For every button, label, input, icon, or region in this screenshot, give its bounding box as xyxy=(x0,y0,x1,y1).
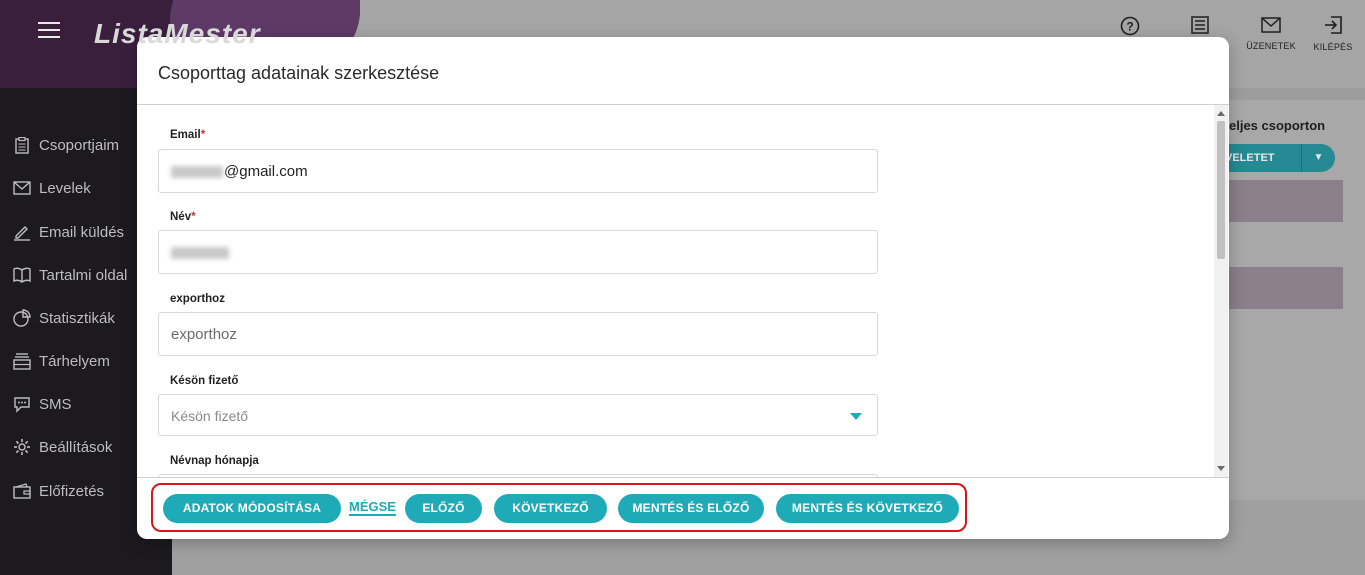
nevnap-label: Névnap hónapja xyxy=(170,455,259,467)
book-icon xyxy=(12,265,32,285)
required-marker: * xyxy=(200,129,206,141)
next-button[interactable]: KÖVETKEZŐ xyxy=(494,494,607,523)
sidebar-item-csoportjaim[interactable]: Csoportjaim xyxy=(12,134,119,156)
sidebar-item-levelek[interactable]: Levelek xyxy=(12,177,91,199)
previous-button[interactable]: ELŐZŐ xyxy=(405,494,482,523)
name-label: Név* xyxy=(170,211,196,223)
scroll-up-icon[interactable] xyxy=(1217,111,1225,116)
gear-icon xyxy=(12,437,32,457)
edit-member-modal: Csoporttag adatainak szerkesztése Email*… xyxy=(137,37,1229,539)
chat-icon xyxy=(12,394,32,414)
envelope-icon xyxy=(12,178,32,198)
scroll-thumb[interactable] xyxy=(1217,121,1225,259)
sidebar-item-statisztikak[interactable]: Statisztikák xyxy=(12,307,115,329)
logout-icon[interactable]: KILÉPÉS xyxy=(1303,16,1363,52)
messages-icon[interactable]: ÜZENETEK xyxy=(1241,16,1301,51)
sidebar-item-label: Tartalmi oldal xyxy=(39,266,128,284)
email-label: Email* xyxy=(170,129,206,141)
clipboard-icon xyxy=(12,135,32,155)
keson-placeholder: Késön fizető xyxy=(171,408,249,424)
messages-label: ÜZENETEK xyxy=(1246,41,1296,51)
sidebar-item-label: Beállítások xyxy=(39,438,113,456)
email-field[interactable]: @gmail.com xyxy=(158,149,878,193)
pie-chart-icon xyxy=(12,308,32,328)
table-row xyxy=(1229,180,1343,222)
sidebar-item-label: Csoportjaim xyxy=(39,136,120,154)
redacted-text xyxy=(171,166,223,179)
group-action-label: eljes csoporton xyxy=(1229,118,1326,133)
hamburger-menu-icon[interactable] xyxy=(38,22,60,38)
sidebar-item-elofizetes[interactable]: Előfizetés xyxy=(12,480,104,502)
pen-icon xyxy=(12,222,32,242)
sidebar-item-sms[interactable]: SMS xyxy=(12,393,72,415)
sidebar-item-tarhelyem[interactable]: Tárhelyem xyxy=(12,350,110,372)
svg-text:?: ? xyxy=(1126,20,1133,34)
save-and-previous-button[interactable]: MENTÉS ÉS ELŐZŐ xyxy=(618,494,764,523)
wallet-icon xyxy=(12,481,32,501)
sidebar-item-tartalmi-oldal[interactable]: Tartalmi oldal xyxy=(12,264,127,286)
sidebar-item-label: Statisztikák xyxy=(39,309,115,327)
sidebar-item-label: SMS xyxy=(39,395,72,413)
sidebar-item-label: Levelek xyxy=(39,179,91,197)
chevron-down-icon[interactable]: ▼ xyxy=(1301,144,1335,172)
sidebar-item-beallitasok[interactable]: Beállítások xyxy=(12,436,112,458)
sidebar-item-label: Email küldés xyxy=(39,223,125,241)
keson-label: Késön fizető xyxy=(170,375,239,387)
modal-title: Csoporttag adatainak szerkesztése xyxy=(158,63,440,83)
cancel-button[interactable]: MÉGSE xyxy=(349,500,396,516)
modal-footer: ADATOK MÓDOSÍTÁSA MÉGSE ELŐZŐ KÖVETKEZŐ … xyxy=(137,477,1229,539)
group-action-button[interactable]: VELETET ▼ xyxy=(1225,144,1335,172)
exporthoz-placeholder: exporthoz xyxy=(171,326,237,343)
exporthoz-label: exporthoz xyxy=(170,293,225,305)
exporthoz-field[interactable]: exporthoz xyxy=(158,312,878,356)
sidebar-item-label: Tárhelyem xyxy=(39,352,110,370)
redacted-text xyxy=(171,247,229,260)
required-marker: * xyxy=(191,211,196,223)
name-field[interactable] xyxy=(158,230,878,274)
list-icon[interactable] xyxy=(1170,16,1230,39)
modal-body: Email* @gmail.com Név* exporthoz exporth… xyxy=(137,105,1229,477)
save-and-next-button[interactable]: MENTÉS ÉS KÖVETKEZŐ xyxy=(776,494,959,523)
logout-label: KILÉPÉS xyxy=(1313,42,1353,52)
keson-select[interactable]: Késön fizető xyxy=(158,394,878,436)
dropdown-caret-icon xyxy=(850,413,862,420)
modal-header: Csoporttag adatainak szerkesztése xyxy=(137,37,1229,105)
sidebar-item-email-kuldes[interactable]: Email küldés xyxy=(12,221,124,243)
sidebar-item-label: Előfizetés xyxy=(39,482,105,500)
table-row xyxy=(1229,267,1343,309)
logo[interactable]: ListaMester xyxy=(94,18,261,50)
modal-scrollbar[interactable] xyxy=(1214,105,1228,477)
storage-icon xyxy=(12,351,32,371)
modify-data-button[interactable]: ADATOK MÓDOSÍTÁSA xyxy=(163,494,341,523)
scroll-down-icon[interactable] xyxy=(1217,466,1225,471)
